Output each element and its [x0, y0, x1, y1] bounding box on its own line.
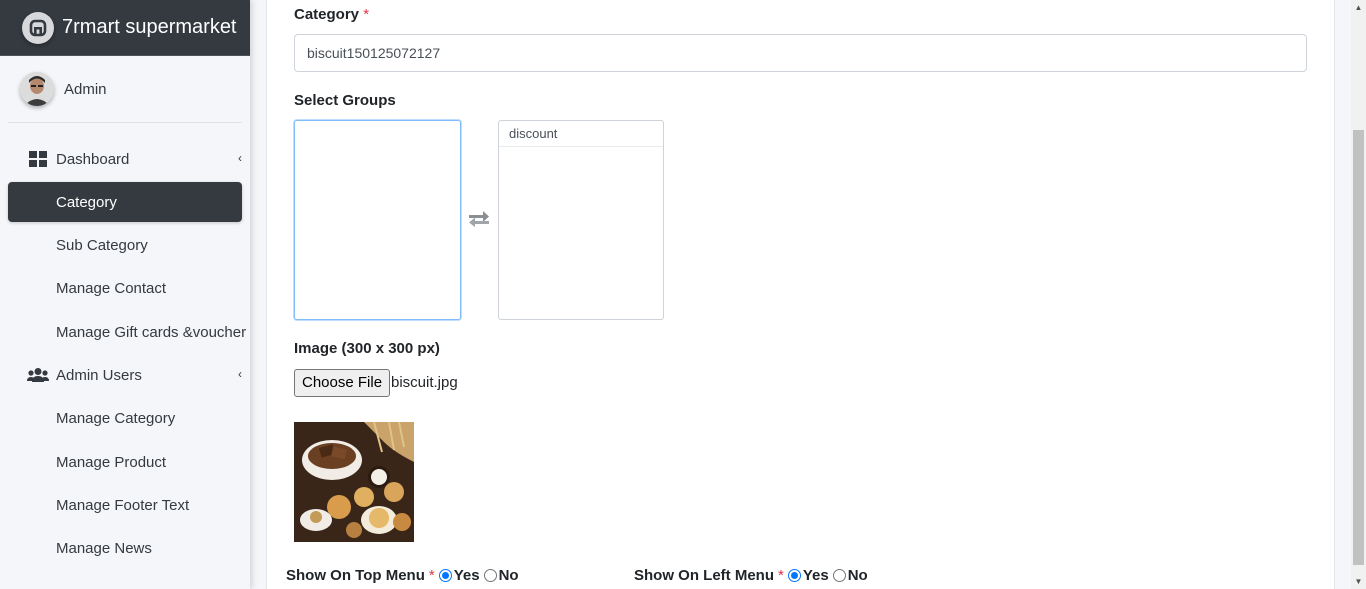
yes-label: Yes — [802, 567, 829, 584]
sidebar-item-dashboard[interactable]: Dashboard ‹ — [8, 139, 242, 179]
sidebar-item-manage-news[interactable]: Manage News — [8, 529, 242, 569]
brand-logo-icon — [22, 11, 54, 44]
chevron-left-icon: ‹ — [238, 151, 242, 165]
scroll-down-icon[interactable]: ▼ — [1351, 574, 1366, 589]
sidebar-item-manage-footer-text[interactable]: Manage Footer Text — [8, 485, 242, 525]
sidebar-item-label: Sub Category — [56, 237, 148, 255]
category-label-text: Category — [294, 6, 360, 23]
file-name: biscuit.jpg — [391, 374, 458, 391]
sidebar-nav: Dashboard ‹ Category Sub Category Manage… — [0, 139, 250, 569]
sidebar-item-sub-category[interactable]: Sub Category — [8, 226, 242, 266]
required-mark: * — [428, 567, 435, 584]
scrollbar-thumb[interactable] — [1353, 130, 1364, 565]
sidebar-item-label: Manage Gift cards &voucher — [56, 323, 247, 341]
left-menu-label: Show On Left Menu — [634, 567, 774, 584]
top-menu-label: Show On Top Menu — [286, 567, 425, 584]
category-label: Category * — [294, 6, 369, 23]
list-item[interactable]: discount — [499, 121, 663, 147]
sidebar-item-label: Category — [56, 193, 117, 211]
required-mark: * — [778, 567, 784, 584]
category-form-card: Category * Select Groups discount Image … — [266, 0, 1335, 589]
no-label: No — [498, 567, 519, 584]
sidebar-item-label: Dashboard — [56, 150, 130, 168]
select-groups-label: Select Groups — [294, 92, 396, 109]
page-scrollbar[interactable]: ▲ ▼ — [1351, 0, 1366, 589]
sidebar-item-manage-contact[interactable]: Manage Contact — [8, 269, 242, 309]
sidebar-item-manage-category[interactable]: Manage Category — [8, 399, 242, 439]
show-left-menu-group: Show On Left Menu * Yes No — [634, 567, 868, 584]
brand-text: 7rmart supermarket — [62, 16, 237, 38]
category-input[interactable] — [294, 34, 1307, 72]
left-menu-yes-radio[interactable] — [787, 569, 801, 582]
show-top-menu-group: Show On Top Menu * Yes No — [286, 567, 519, 584]
no-label: No — [847, 567, 868, 584]
yes-label: Yes — [453, 567, 480, 584]
sidebar-item-category[interactable]: Category — [8, 182, 242, 223]
user-panel[interactable]: Admin — [8, 56, 242, 123]
sidebar-item-gift-cards[interactable]: Manage Gift cards &voucher — [8, 312, 246, 352]
sidebar-item-label: Manage Contact — [56, 280, 167, 298]
top-menu-yes-radio[interactable] — [438, 569, 452, 582]
chevron-left-icon: ‹ — [238, 367, 242, 382]
category-image-preview — [294, 422, 414, 542]
required-mark: * — [363, 6, 370, 23]
scroll-up-icon[interactable]: ▲ — [1351, 0, 1366, 15]
sidebar-item-label: Manage Product — [56, 453, 167, 471]
left-menu-no-radio[interactable] — [832, 569, 846, 582]
swap-arrows-icon[interactable] — [467, 208, 491, 233]
selected-groups-list[interactable]: discount — [498, 120, 664, 320]
users-icon — [26, 367, 50, 383]
sidebar-item-label: Manage News — [56, 540, 152, 558]
user-name: Admin — [64, 80, 107, 98]
dashboard-icon — [26, 151, 50, 167]
choose-file-button[interactable]: Choose File — [294, 369, 391, 397]
top-menu-no-radio[interactable] — [483, 569, 497, 582]
sidebar: 7rmart supermarket Admin Dashboard ‹ Cat… — [0, 0, 250, 589]
image-label: Image (300 x 300 px) — [294, 340, 440, 357]
sidebar-item-label: Manage Footer Text — [56, 496, 190, 514]
available-groups-list[interactable] — [294, 120, 461, 320]
sidebar-item-admin-users[interactable]: Admin Users ‹ — [8, 355, 242, 395]
sidebar-item-manage-product[interactable]: Manage Product — [8, 442, 242, 482]
avatar — [20, 72, 54, 106]
brand-link[interactable]: 7rmart supermarket — [0, 0, 250, 56]
sidebar-item-label: Manage Category — [56, 410, 176, 428]
sidebar-item-label: Admin Users — [56, 366, 142, 384]
